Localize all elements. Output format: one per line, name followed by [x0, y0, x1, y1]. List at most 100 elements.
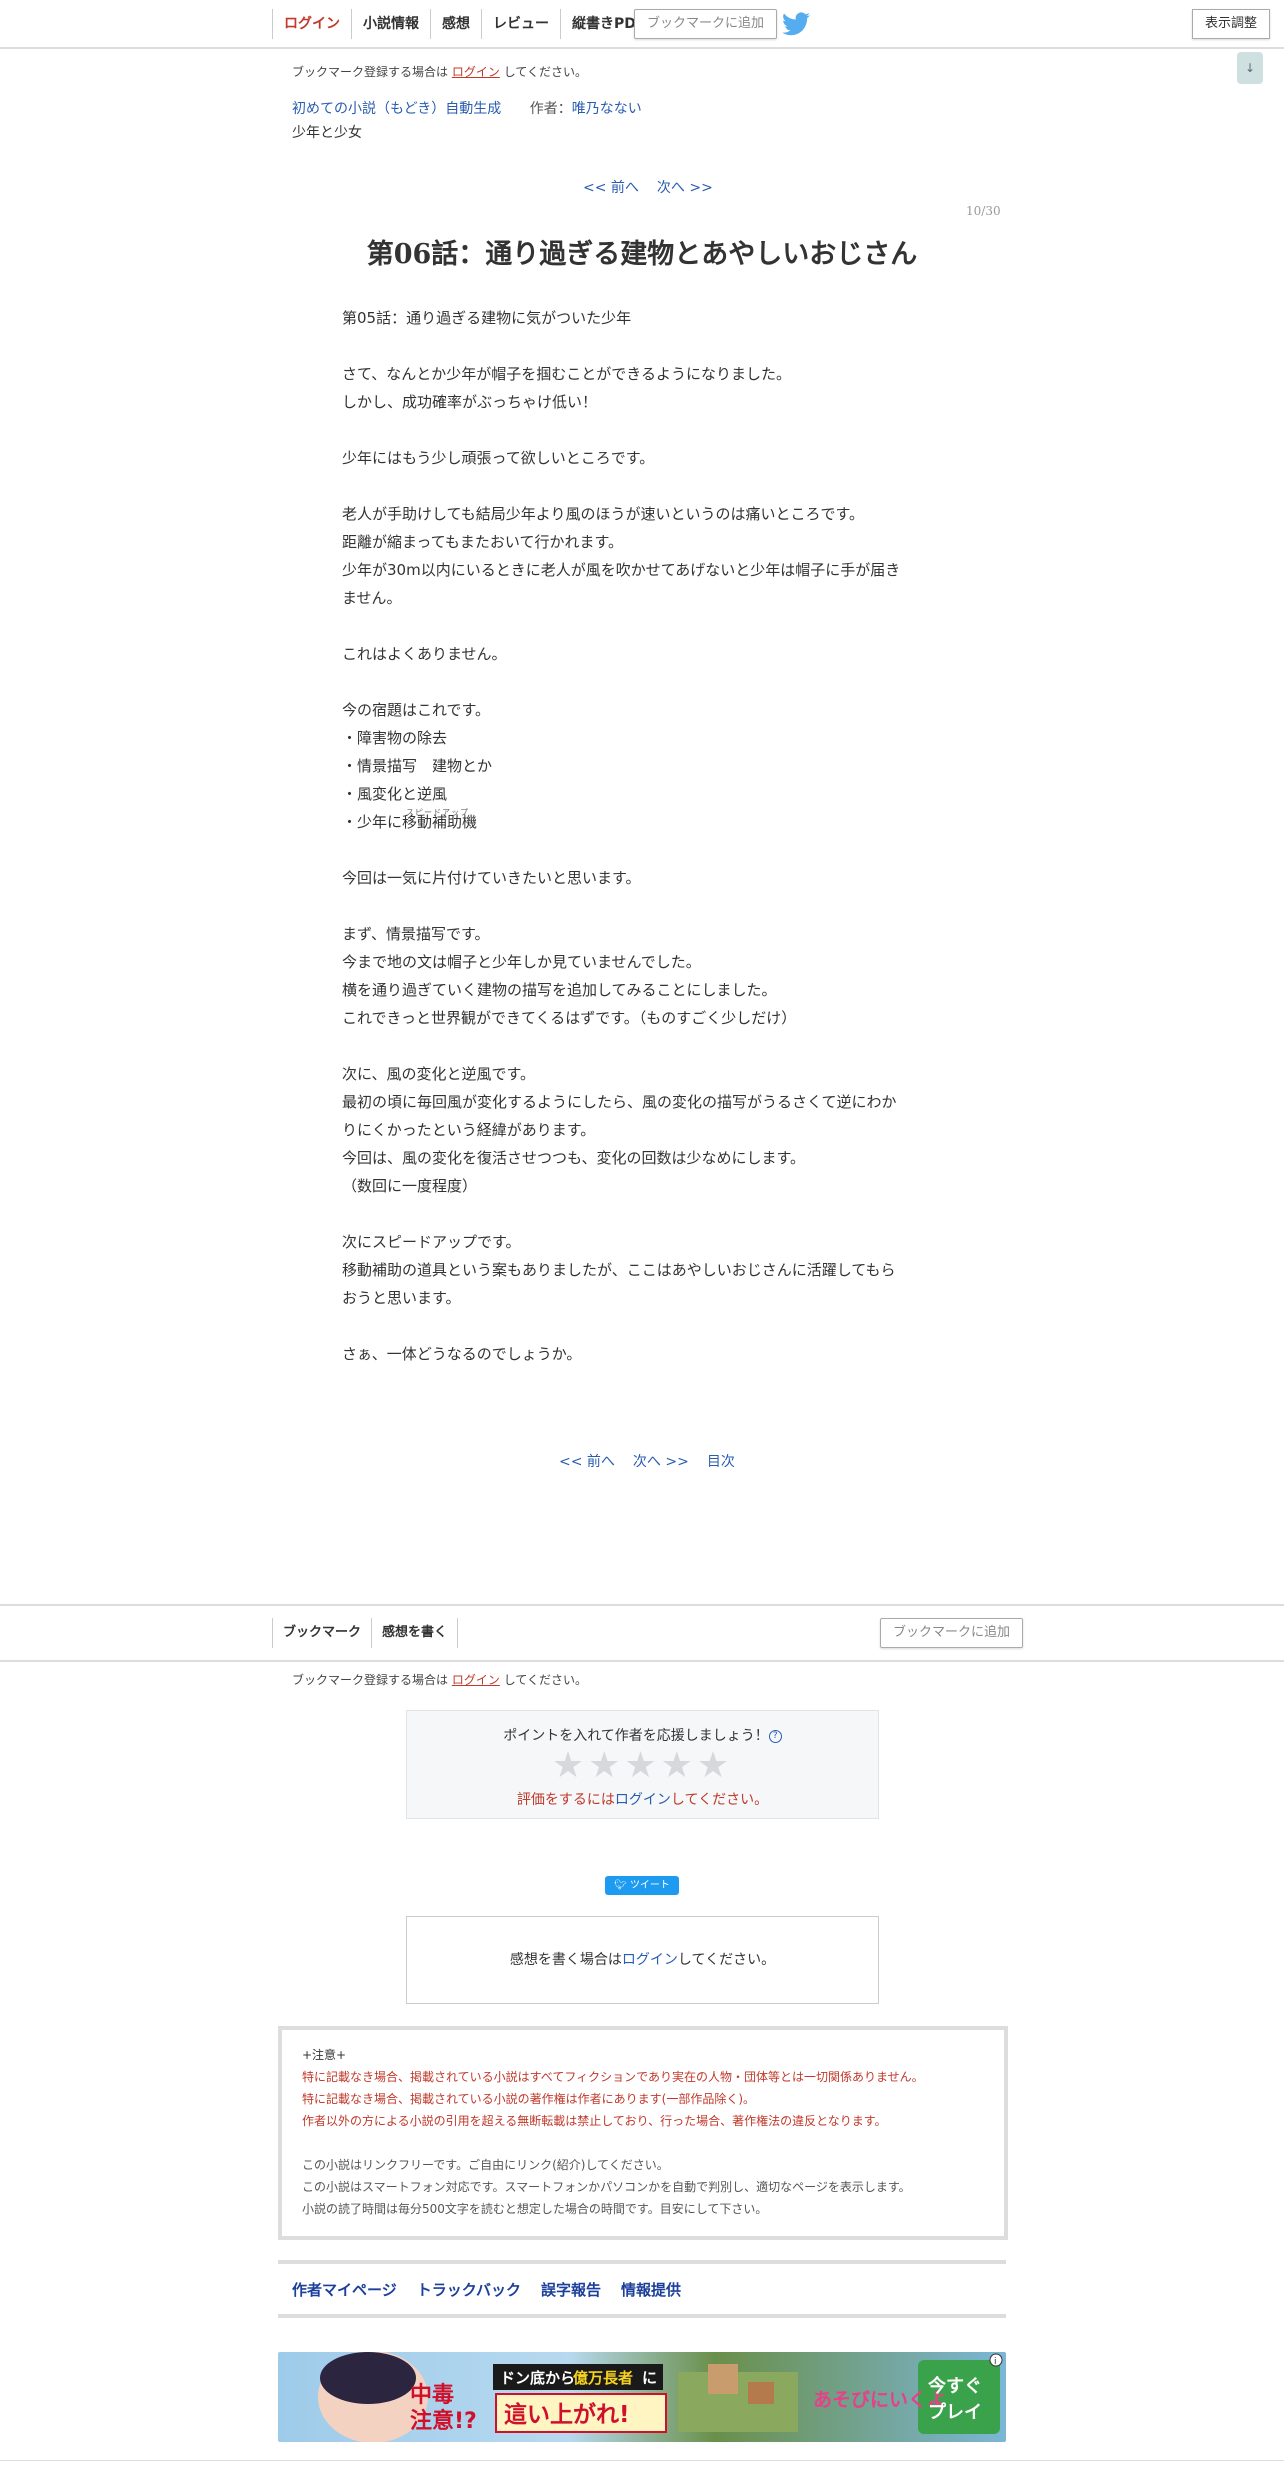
body-line: 少年にはもう少し頑張って欲しいところです。 — [342, 449, 655, 467]
notice-line: 特に記載なき場合、掲載されている小説はすべてフィクションであり実在の人物・団体等… — [302, 2070, 924, 2084]
bookmark-login-link-bottom[interactable]: ログイン — [452, 1673, 500, 1687]
notice-line: この小説はスマートフォン対応です。スマートフォンかパソコンかを自動で判別し、適切… — [302, 2180, 911, 2194]
body-line: ・障害物の除去 — [342, 729, 448, 747]
impression-box: 感想を書く場合はログインしてください。 — [406, 1916, 879, 2004]
rating-login-link[interactable]: ログイン — [615, 1792, 671, 1808]
body-line: まず、情景描写です。 — [342, 925, 490, 943]
ad-catch-text-3: に — [642, 2369, 657, 2387]
next-link[interactable]: 次へ >> — [657, 180, 713, 196]
nav-login[interactable]: ログイン — [272, 9, 351, 39]
body-line: これできっと世界観ができてくるはずです。（ものすごく少しだけ） — [342, 1009, 797, 1027]
body-line — [342, 668, 942, 696]
ad-banner[interactable]: 中毒 注意!? ドン底から 億万長者 に 這い上がれ! あそびにいくよ 今すぐ … — [278, 2352, 1006, 2442]
body-line: さて、なんとか少年が帽子を掴むことができるようになりました。 — [342, 365, 791, 383]
prev-link[interactable]: << 前へ — [583, 180, 639, 196]
series-info: 初めての小説（もどき）自動生成 作者：唯乃なない — [292, 98, 642, 118]
add-bookmark-button-bottom[interactable]: ブックマークに追加 — [880, 1618, 1024, 1648]
ruby-annotation: スピードアップ — [406, 808, 469, 817]
body-line — [342, 836, 942, 864]
scroll-down-button[interactable]: ↓ — [1237, 52, 1263, 84]
help-icon[interactable]: ? — [768, 1729, 782, 1743]
body-line: 少年が30m以内にいるときに老人が風を吹かせてあげないと少年は帽子に手が届き — [342, 561, 901, 579]
ad-catch-text-4: 這い上がれ! — [504, 2401, 630, 2428]
ad-play-text-1: 今すぐ — [928, 2375, 982, 2397]
body-line: しかし、成功確率がぶっちゃけ低い！ — [342, 393, 598, 411]
tweet-button[interactable]: 🐦︎ ツイート — [605, 1876, 679, 1895]
notice-heading: +注意+ — [302, 2048, 347, 2062]
body-line — [342, 1200, 942, 1228]
notice-line: この小説はリンクフリーです。ご自由にリンク(紹介)してください。 — [302, 2158, 669, 2172]
display-settings-button[interactable]: 表示調整 — [1192, 9, 1271, 39]
trackback-link[interactable]: トラックバック — [417, 2279, 521, 2300]
top-nav: ログイン 小説情報 感想 レビュー 縦書きPDF ブックマークに追加 表示調整 — [0, 0, 1284, 49]
chapter-group: 少年と少女 — [292, 125, 362, 141]
notice-line: 特に記載なき場合、掲載されている小説の著作権は作者にあります(一部作品除く)。 — [302, 2092, 756, 2106]
ad-warning-text-2: 注意!? — [410, 2408, 477, 2434]
pager-bottom: << 前へ 次へ >> 目次 — [550, 1451, 744, 1471]
notice-line: 小説の読了時間は毎分500文字を読むと想定した場合の時間です。目安にして下さい。 — [302, 2202, 768, 2216]
body-line — [342, 1032, 942, 1060]
info-provide-link[interactable]: 情報提供 — [621, 2279, 681, 2300]
page-number: 10/30 — [966, 204, 1001, 218]
ad-banner-image: 中毒 注意!? ドン底から 億万長者 に 這い上がれ! あそびにいくよ 今すぐ … — [278, 2352, 1006, 2442]
body-line: さぁ、一体どうなるのでしょうか。 — [342, 1345, 582, 1363]
nav-novel-info[interactable]: 小説情報 — [351, 9, 430, 39]
bookmark-login-note: ブックマーク登録する場合は ログイン してください。 — [292, 65, 587, 79]
impression-login-link[interactable]: ログイン — [622, 1952, 678, 1968]
top-menu: ログイン 小説情報 感想 レビュー 縦書きPDF — [272, 9, 658, 39]
notice-box: +注意+ 特に記載なき場合、掲載されている小説はすべてフィクションであり実在の人… — [278, 2026, 1008, 2240]
nav-review[interactable]: レビュー — [481, 9, 560, 39]
ad-play-text-2: プレイ — [928, 2401, 982, 2423]
author-label: 作者： — [529, 101, 572, 117]
series-title-link[interactable]: 初めての小説（もどき）自動生成 — [292, 101, 501, 117]
ad-warning-text-1: 中毒 — [410, 2382, 454, 2408]
body-line: 次に、風の変化と逆風です。 — [342, 1065, 536, 1083]
body-line — [342, 472, 942, 500]
body-line: 移動補助の道具という案もありましたが、ここはあやしいおじさんに活躍してもら — [342, 1261, 896, 1279]
body-line: 老人が手助けしても結局少年より風のほうが速いというのは痛いところです。 — [342, 505, 865, 523]
write-impression-tab[interactable]: 感想を書く — [371, 1618, 459, 1648]
prev-link-bottom[interactable]: << 前へ — [559, 1454, 615, 1470]
body-line: 最初の頃に毎回風が変化するようにしたら、風の変化の描写がうるさくて逆にわか — [342, 1093, 897, 1111]
body-line: ・情景描写 建物とか — [342, 757, 493, 775]
body-line: これはよくありません。 — [342, 645, 507, 663]
rating-box: ポイントを入れて作者を応援しましょう！? ★★★★★ 評価をするにはログインして… — [406, 1710, 879, 1819]
body-line — [342, 416, 942, 444]
ad-info-icon[interactable]: i — [994, 2357, 997, 2367]
bookmark-tab[interactable]: ブックマーク — [272, 1618, 371, 1648]
body-line: ・風変化と逆風 — [342, 785, 448, 803]
toc-link[interactable]: 目次 — [707, 1454, 735, 1470]
bookmark-bar: ブックマーク 感想を書く ブックマークに追加 — [0, 1604, 1284, 1662]
author-link[interactable]: 唯乃なない — [572, 101, 642, 117]
body-line: 今まで地の文は帽子と少年しか見ていませんでした。 — [342, 953, 701, 971]
twitter-bird-icon: 🐦︎ — [614, 1880, 630, 1891]
body-line — [342, 892, 942, 920]
bottom-divider — [0, 2460, 1284, 2461]
rating-login-message: 評価をするにはログインしてください。 — [516, 1792, 769, 1808]
body-line: 第05話：通り過ぎる建物に気がついた少年 — [342, 309, 632, 327]
footer-links: 作者マイページ トラックバック 誤字報告 情報提供 — [278, 2260, 1006, 2318]
bookmark-login-link[interactable]: ログイン — [452, 65, 500, 79]
add-bookmark-button[interactable]: ブックマークに追加 — [634, 9, 778, 39]
next-link-bottom[interactable]: 次へ >> — [633, 1454, 689, 1470]
twitter-icon[interactable] — [782, 12, 810, 36]
ad-catch-text-2: 億万長者 — [573, 2369, 633, 2387]
rating-stars[interactable]: ★★★★★ — [407, 1747, 878, 1785]
author-mypage-link[interactable]: 作者マイページ — [292, 2279, 397, 2300]
notice-line: 作者以外の方による小説の引用を超える無断転載は禁止しており、行った場合、著作権法… — [302, 2114, 887, 2128]
ad-catch-text-1: ドン底から — [500, 2369, 575, 2387]
body-line: ません。 — [342, 589, 402, 607]
chapter-title: 第06話：通り過ぎる建物とあやしいおじさん — [366, 239, 918, 270]
body-line: （数回に一度程度） — [342, 1177, 478, 1195]
bookmark-login-note-bottom: ブックマーク登録する場合は ログイン してください。 — [292, 1673, 587, 1687]
body-line: 距離が縮まってもまたおいて行かれます。 — [342, 533, 623, 551]
nav-impressions[interactable]: 感想 — [430, 9, 481, 39]
body-line: 横を通り過ぎていく建物の描写を追加してみることにしました。 — [342, 981, 777, 999]
body-line: おうと思います。 — [342, 1289, 461, 1307]
body-line — [342, 332, 942, 360]
body-line: 今回は一気に片付けていきたいと思います。 — [342, 869, 641, 887]
body-line — [342, 1312, 942, 1340]
typo-report-link[interactable]: 誤字報告 — [541, 2279, 601, 2300]
body-line: 今の宿題はこれです。 — [342, 701, 491, 719]
body-line: りにくかったという経緯があります。 — [342, 1121, 596, 1139]
